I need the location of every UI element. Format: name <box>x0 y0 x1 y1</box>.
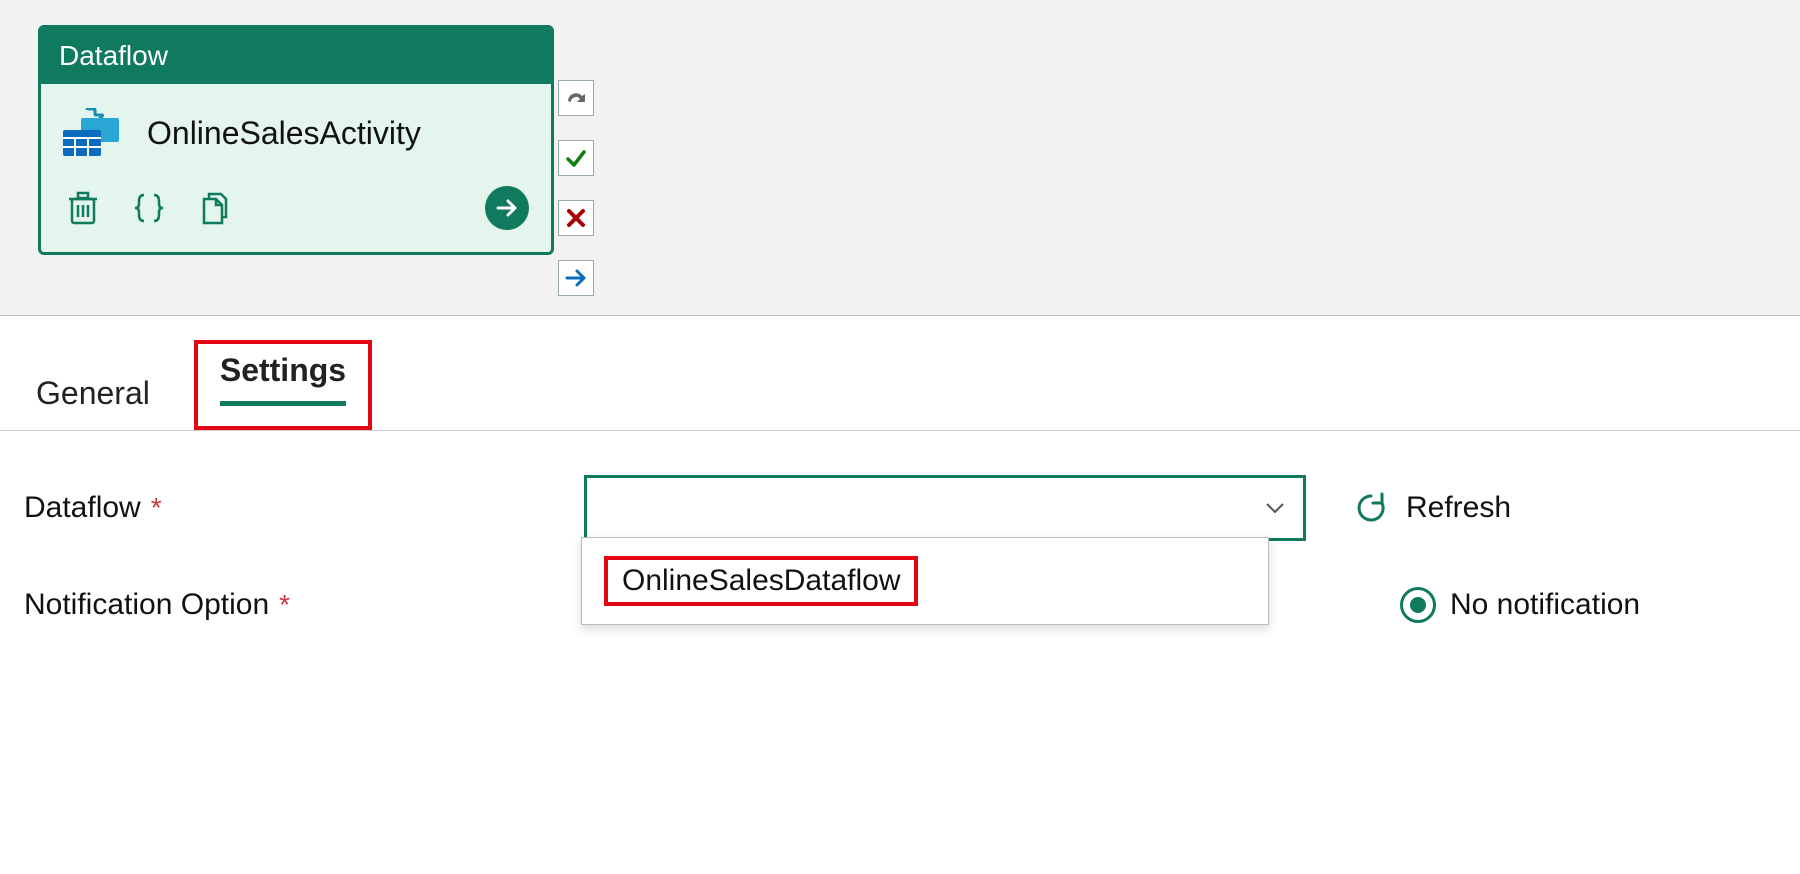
braces-icon <box>132 191 166 225</box>
x-icon <box>566 208 586 228</box>
required-asterisk: * <box>151 492 162 523</box>
dataflow-field-row: Dataflow * OnlineSalesDataflow <box>24 475 1776 541</box>
arrow-right-icon <box>496 197 518 219</box>
refresh-button[interactable]: Refresh <box>1354 491 1511 525</box>
trash-icon <box>68 191 98 225</box>
activity-type-label: Dataflow <box>59 40 168 71</box>
dataflow-select-wrap: OnlineSalesDataflow <box>584 475 1306 541</box>
go-to-details-button[interactable] <box>485 186 529 230</box>
failure-handle[interactable] <box>558 200 594 236</box>
completion-handle[interactable] <box>558 260 594 296</box>
settings-form: Dataflow * OnlineSalesDataflow <box>0 431 1800 623</box>
delete-activity-button[interactable] <box>63 188 103 228</box>
success-handle[interactable] <box>558 140 594 176</box>
properties-tabs: General Settings <box>0 316 1800 431</box>
notification-field-label: Notification Option * <box>24 588 584 622</box>
tab-general-label: General <box>36 375 150 411</box>
code-braces-button[interactable] <box>129 188 169 228</box>
tab-settings-label: Settings <box>220 352 346 388</box>
required-asterisk: * <box>279 589 290 620</box>
activity-card-footer <box>41 168 551 252</box>
tab-general[interactable]: General <box>24 369 162 430</box>
notification-radio-no-notification[interactable]: No notification <box>1400 587 1640 623</box>
activity-name-label: OnlineSalesActivity <box>147 115 421 152</box>
dataflow-field-label: Dataflow * <box>24 491 584 525</box>
refresh-label: Refresh <box>1406 491 1511 525</box>
dataflow-label-text: Dataflow <box>24 491 141 524</box>
refresh-icon <box>1354 491 1388 525</box>
annotation-settings-highlight: Settings <box>194 340 372 430</box>
notification-label-text: Notification Option <box>24 588 269 621</box>
activity-side-handles <box>558 80 594 320</box>
dataflow-icon <box>63 108 123 158</box>
activity-card-body: OnlineSalesActivity <box>41 84 551 168</box>
copy-icon <box>200 191 230 225</box>
redo-icon <box>565 89 587 107</box>
notification-radio-label: No notification <box>1450 588 1640 622</box>
check-icon <box>565 147 587 169</box>
properties-panel: General Settings Dataflow * <box>0 315 1800 623</box>
chevron-down-icon <box>1265 501 1285 515</box>
retry-handle[interactable] <box>558 80 594 116</box>
dataflow-option-label: OnlineSalesDataflow <box>622 564 900 597</box>
annotation-option-highlight: OnlineSalesDataflow <box>604 556 918 606</box>
dataflow-dropdown: OnlineSalesDataflow <box>581 537 1269 625</box>
dataflow-dropdown-item[interactable]: OnlineSalesDataflow <box>582 538 1268 624</box>
arrow-right-blue-icon <box>565 267 587 289</box>
pipeline-canvas[interactable]: Dataflow OnlineSalesActivity <box>0 0 1800 315</box>
radio-icon <box>1400 587 1436 623</box>
copy-activity-button[interactable] <box>195 188 235 228</box>
dataflow-select[interactable] <box>584 475 1306 541</box>
dataflow-activity-card[interactable]: Dataflow OnlineSalesActivity <box>38 25 554 255</box>
activity-card-header: Dataflow <box>41 28 551 84</box>
tab-settings[interactable]: Settings <box>208 346 358 424</box>
